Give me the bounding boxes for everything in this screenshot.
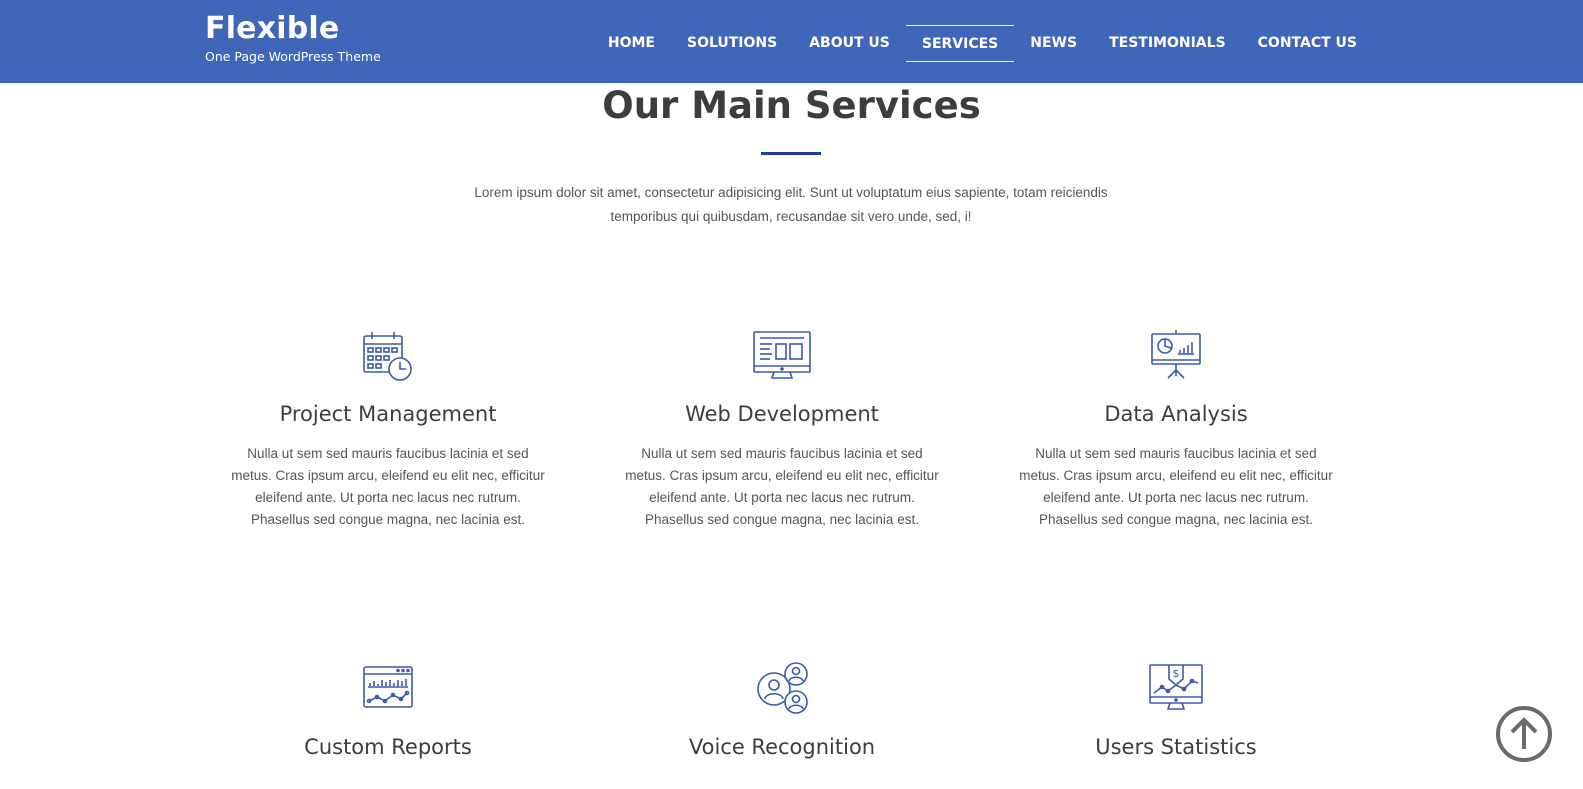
service-card-web-development: Web Development Nulla ut sem sed mauris … bbox=[617, 326, 947, 531]
service-description: Nulla ut sem sed mauris faucibus lacinia… bbox=[1019, 446, 1333, 527]
nav-item-solutions[interactable]: SOLUTIONS bbox=[671, 25, 793, 62]
service-title: Custom Reports bbox=[304, 735, 472, 759]
service-title: Project Management bbox=[279, 402, 497, 426]
report-chart-icon bbox=[358, 659, 418, 719]
presentation-board-icon bbox=[1146, 326, 1206, 386]
nav-item-about-us[interactable]: ABOUT US bbox=[793, 25, 906, 62]
service-title: Data Analysis bbox=[1104, 402, 1248, 426]
service-card-project-management: Project Management Nulla ut sem sed maur… bbox=[223, 326, 553, 531]
site-title[interactable]: Flexible bbox=[205, 12, 381, 46]
nav-item-services[interactable]: SERVICES bbox=[905, 25, 1015, 62]
site-tagline: One Page WordPress Theme bbox=[205, 49, 381, 64]
section-intro: Lorem ipsum dolor sit amet, consectetur … bbox=[474, 185, 1108, 224]
service-card-users-statistics: $ Users Statistics bbox=[1011, 659, 1341, 759]
monitor-dollar-icon: $ bbox=[1146, 659, 1206, 719]
service-description: Nulla ut sem sed mauris faucibus lacinia… bbox=[231, 446, 545, 527]
nav-item-contact-us[interactable]: CONTACT US bbox=[1242, 25, 1373, 62]
nav-item-home[interactable]: HOME bbox=[592, 25, 671, 62]
nav-item-testimonials[interactable]: TESTIMONIALS bbox=[1093, 25, 1242, 62]
arrow-up-circle-icon bbox=[1495, 706, 1553, 767]
section-title: Our Main Services bbox=[602, 84, 981, 127]
site-header: Flexible One Page WordPress Theme HOME S… bbox=[0, 0, 1583, 83]
service-title: Users Statistics bbox=[1095, 735, 1257, 759]
service-description: Nulla ut sem sed mauris faucibus lacinia… bbox=[625, 446, 939, 527]
scroll-to-top-button[interactable] bbox=[1495, 705, 1553, 763]
service-title: Voice Recognition bbox=[688, 735, 876, 759]
nav-item-news[interactable]: NEWS bbox=[1014, 25, 1093, 62]
title-divider bbox=[761, 152, 821, 155]
calendar-clock-icon bbox=[358, 326, 418, 386]
brand[interactable]: Flexible One Page WordPress Theme bbox=[205, 12, 381, 65]
main-nav: HOME SOLUTIONS ABOUT US SERVICES NEWS TE… bbox=[592, 25, 1373, 62]
users-group-icon bbox=[752, 659, 812, 719]
service-card-custom-reports: Custom Reports bbox=[223, 659, 553, 759]
monitor-layout-icon bbox=[752, 326, 812, 386]
service-title: Web Development bbox=[685, 402, 879, 426]
svg-text:$: $ bbox=[1173, 667, 1180, 680]
service-card-data-analysis: Data Analysis Nulla ut sem sed mauris fa… bbox=[1011, 326, 1341, 531]
service-card-voice-recognition: Voice Recognition bbox=[617, 659, 947, 759]
